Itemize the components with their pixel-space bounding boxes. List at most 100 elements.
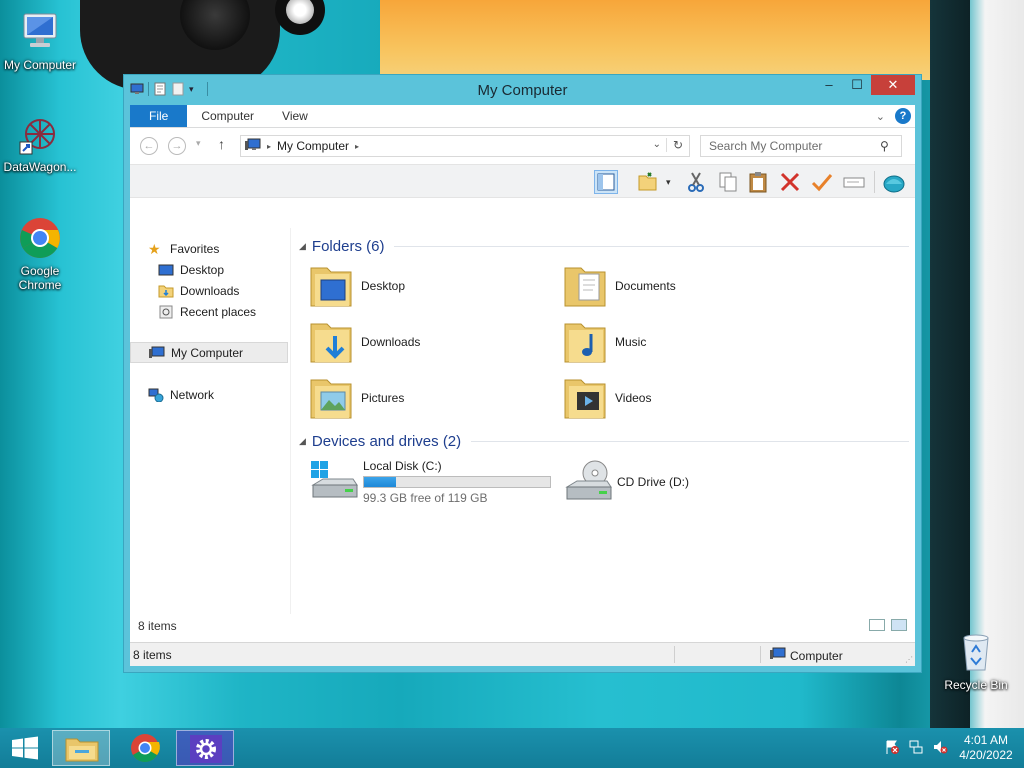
nav-item-downloads[interactable]: Downloads [130, 280, 288, 301]
close-button[interactable]: ✕ [871, 75, 915, 95]
chevron-down-icon[interactable]: ▾ [666, 177, 671, 188]
desktop-icon-label: Google Chrome [18, 264, 62, 292]
folder-options-button[interactable] [636, 170, 660, 194]
back-button[interactable]: ← [140, 137, 158, 155]
computer-small-icon [770, 647, 786, 664]
tab-file[interactable]: File [130, 105, 188, 127]
downloads-folder-icon [309, 318, 355, 366]
breadcrumb-chevron-icon[interactable]: ▸ [267, 142, 271, 151]
navigation-pane: ★ Favorites Desktop Downloads Recent pla… [130, 228, 290, 614]
action-center-flag-icon[interactable] [884, 739, 900, 758]
help-icon[interactable]: ? [895, 108, 911, 124]
pictures-folder-icon [309, 374, 355, 422]
details-row: 8 items [130, 614, 915, 638]
explorer-window: ▾ My Computer – ☐ ✕ File Computer View ⌄… [123, 74, 922, 673]
command-toolbar: ▾ [130, 164, 915, 198]
drive-item-local-disk[interactable]: Local Disk (C:) 99.3 GB free of 119 GB [309, 456, 551, 508]
desktop-folder-icon [309, 262, 355, 310]
resize-grip-icon[interactable]: ⋰ [905, 655, 913, 664]
collapse-triangle-icon[interactable]: ◢ [299, 241, 306, 252]
folder-item-downloads[interactable]: Downloads [309, 316, 559, 368]
taskbar-chrome[interactable] [116, 730, 174, 766]
tab-computer[interactable]: Computer [187, 105, 268, 127]
group-header-devices[interactable]: ◢ Devices and drives (2) [299, 433, 909, 450]
maximize-button[interactable]: ☐ [843, 75, 871, 95]
status-separator [674, 646, 675, 663]
up-arrow-icon[interactable]: ↑ [218, 136, 225, 152]
minimize-button[interactable]: – [815, 75, 843, 95]
folder-item-pictures[interactable]: Pictures [309, 372, 559, 424]
start-button[interactable] [0, 728, 50, 768]
nav-item-desktop[interactable]: Desktop [130, 259, 288, 280]
gear-icon [190, 735, 222, 763]
collapse-triangle-icon[interactable]: ◢ [299, 436, 306, 447]
address-dropdown-icon[interactable]: ⌄ [653, 139, 661, 150]
title-bar[interactable]: ▾ My Computer – ☐ ✕ [124, 75, 921, 105]
desktop-icon-my-computer[interactable]: My Computer [0, 10, 80, 72]
videos-folder-icon [563, 374, 609, 422]
folder-item-videos[interactable]: Videos [563, 372, 813, 424]
recent-places-icon [158, 305, 174, 319]
folder-item-documents[interactable]: Documents [563, 260, 813, 312]
group-header-folders[interactable]: ◢ Folders (6) [299, 238, 909, 255]
drive-usage-bar [363, 476, 551, 488]
chrome-icon [18, 216, 62, 260]
nav-item-my-computer[interactable]: My Computer [130, 342, 288, 363]
address-bar-row: ← → ▾ ↑ ▸ My Computer ▸ ⌄ ↻ ⚲ [130, 128, 915, 164]
file-explorer-icon [65, 738, 99, 762]
datawagon-icon [18, 112, 62, 156]
folder-item-music[interactable]: Music [563, 316, 813, 368]
address-field[interactable]: ▸ My Computer ▸ ⌄ ↻ [240, 135, 690, 157]
refresh-icon[interactable]: ↻ [665, 138, 683, 152]
desktop-small-icon [158, 263, 174, 277]
search-input[interactable] [700, 135, 902, 157]
documents-folder-icon [563, 262, 609, 310]
copy-button[interactable] [716, 170, 740, 194]
drive-usage-fill [364, 477, 396, 487]
forward-button[interactable]: → [168, 137, 186, 155]
cut-button[interactable] [684, 170, 708, 194]
taskbar: 4:01 AM 4/20/2022 [0, 728, 1024, 768]
windows-logo-icon [12, 736, 38, 760]
network-tray-icon[interactable] [908, 739, 924, 758]
breadcrumb-chevron-icon[interactable]: ▸ [355, 142, 359, 151]
computer-icon [18, 10, 62, 54]
folder-item-desktop[interactable]: Desktop [309, 260, 559, 312]
group-divider [394, 246, 909, 247]
chrome-icon [131, 734, 160, 762]
clock[interactable]: 4:01 AM 4/20/2022 [956, 733, 1016, 763]
status-item-count: 8 items [133, 648, 172, 662]
recycle-bin-icon [954, 630, 998, 674]
desktop-icon-recycle-bin[interactable]: Recycle Bin [936, 630, 1016, 692]
star-icon: ★ [148, 240, 161, 257]
tab-view[interactable]: View [268, 105, 322, 127]
recent-locations-icon[interactable]: ▾ [196, 138, 201, 149]
properties-button[interactable] [882, 170, 906, 194]
desktop-icon-chrome[interactable]: Google Chrome [0, 216, 80, 292]
preview-pane-button[interactable] [594, 170, 618, 194]
nav-item-recent-places[interactable]: Recent places [130, 301, 288, 322]
wallpaper-lens [275, 0, 325, 35]
breadcrumb-my-computer[interactable]: My Computer [277, 139, 349, 153]
desktop-icon-label: My Computer [3, 58, 77, 72]
music-folder-icon [563, 318, 609, 366]
taskbar-settings[interactable] [176, 730, 234, 766]
search-icon[interactable]: ⚲ [880, 139, 889, 153]
nav-favorites[interactable]: ★ Favorites [130, 238, 288, 259]
large-icons-view-icon[interactable] [891, 619, 907, 631]
volume-muted-icon[interactable] [932, 739, 948, 758]
ribbon-expand-icon[interactable]: ⌄ [876, 110, 885, 123]
status-zone: Computer [770, 647, 843, 664]
details-view-icon[interactable] [869, 619, 885, 631]
checkmark-button[interactable] [810, 170, 834, 194]
paste-button[interactable] [746, 170, 770, 194]
downloads-small-icon [158, 284, 174, 298]
desktop-icon-datawagon[interactable]: DataWagon... [0, 112, 80, 174]
window-controls: – ☐ ✕ [815, 75, 915, 95]
delete-button[interactable] [778, 170, 802, 194]
taskbar-file-explorer[interactable] [52, 730, 110, 766]
nav-item-network[interactable]: Network [130, 384, 288, 405]
drive-item-cd-drive[interactable]: CD Drive (D:) [563, 456, 689, 508]
group-divider [471, 441, 909, 442]
rename-button[interactable] [842, 170, 866, 194]
